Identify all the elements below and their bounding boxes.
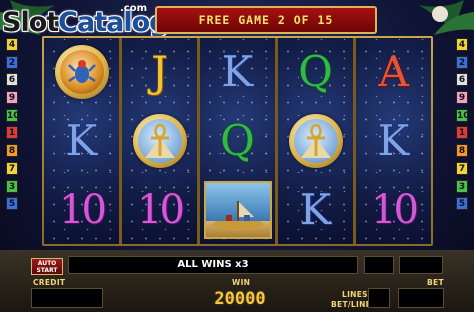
symbol-k: K [278, 175, 353, 244]
symbol-scarab [44, 38, 119, 107]
indicator-box [364, 256, 394, 274]
lines-display [368, 288, 390, 308]
symbol-label: Q [220, 116, 255, 165]
payline-marker: 9 [456, 91, 468, 105]
payline-marker: 9 [6, 91, 18, 105]
win-value: 20000 [214, 289, 266, 309]
payline-marker: 6 [6, 73, 18, 87]
bet-display [398, 288, 444, 308]
message-bar: ALL WINS x3 [68, 256, 358, 274]
reel-1: K 10 [44, 38, 119, 244]
symbol-a: A [356, 38, 431, 107]
credit-display [31, 288, 103, 308]
autostart-label-2: START [36, 267, 58, 274]
payline-marker: 3 [456, 179, 468, 193]
reels-frame: K 10 J 10 K Q Q K A K 10 [42, 36, 433, 246]
symbol-ankh [122, 107, 197, 176]
indicator-box [399, 256, 443, 274]
symbol-ankh [278, 107, 353, 176]
logo-text-slot: Slot [2, 7, 59, 38]
symbol-label: 10 [371, 186, 419, 233]
symbol-10: 10 [356, 175, 431, 244]
free-game-banner: FREE GAME 2 OF 15 [155, 6, 377, 34]
payline-marker: 10 [6, 108, 20, 122]
payline-marker: 8 [456, 144, 468, 158]
reel-2: J 10 [122, 38, 197, 244]
lines-label: LINES [342, 290, 368, 299]
symbol-10: 10 [44, 175, 119, 244]
payline-marker: 6 [456, 73, 468, 87]
game-stage: SlotCatalog .com FREE GAME 2 OF 15 4 2 6 9 1… [0, 0, 474, 312]
symbol-label: A [378, 47, 409, 97]
symbol-label: K [377, 116, 410, 165]
symbol-label: J [151, 47, 168, 97]
symbol-label: 10 [59, 186, 107, 233]
payline-marker: 2 [6, 55, 18, 69]
ankh-icon [132, 114, 187, 168]
symbol-k: K [44, 107, 119, 176]
payline-markers-right: 4 2 6 9 10 1 8 7 3 5 [456, 38, 470, 215]
symbol-label: K [221, 47, 254, 97]
payline-marker: 7 [6, 161, 18, 175]
symbol-10: 10 [122, 175, 197, 244]
win-label: WIN [232, 278, 251, 287]
payline-marker: 2 [456, 55, 468, 69]
payline-marker: 1 [6, 126, 18, 140]
autostart-label-1: AUTO [37, 260, 57, 267]
reel-4: QK [278, 38, 353, 244]
payline-marker: 4 [6, 38, 18, 51]
reels: K 10 J 10 K Q Q K A K 10 [44, 38, 431, 244]
bet-line-label: BET/LINE [331, 300, 372, 309]
logo-text-com: .com [120, 3, 148, 14]
reel-3: KQ [200, 38, 275, 244]
payline-marker: 7 [456, 161, 468, 175]
scarab-icon [54, 45, 109, 100]
autostart-button[interactable]: AUTO START [31, 258, 63, 275]
payline-marker: 10 [456, 108, 470, 122]
credit-label: CREDIT [33, 278, 66, 287]
payline-marker: 1 [456, 126, 468, 140]
bet-label: BET [427, 278, 444, 287]
symbol-boat [200, 175, 275, 244]
payline-marker: 5 [456, 197, 468, 211]
ankh-icon [288, 114, 343, 168]
symbol-label: Q [298, 47, 333, 97]
symbol-k: K [200, 38, 275, 107]
payline-marker: 4 [456, 38, 468, 51]
symbol-q: Q [200, 107, 275, 176]
reel-5: A K 10 [356, 38, 431, 244]
boat-icon [203, 180, 272, 239]
payline-marker: 8 [6, 144, 18, 158]
symbol-label: K [65, 116, 98, 165]
symbol-label: 10 [137, 186, 185, 233]
symbol-k: K [356, 107, 431, 176]
symbol-q: Q [278, 38, 353, 107]
symbol-label: K [299, 184, 332, 234]
symbol-j: J [122, 38, 197, 107]
payline-marker: 5 [6, 197, 18, 211]
logo-text-catalog: Catalog [58, 7, 168, 38]
payline-markers-left: 4 2 6 9 10 1 8 7 3 5 [6, 38, 20, 215]
payline-marker: 3 [6, 179, 18, 193]
